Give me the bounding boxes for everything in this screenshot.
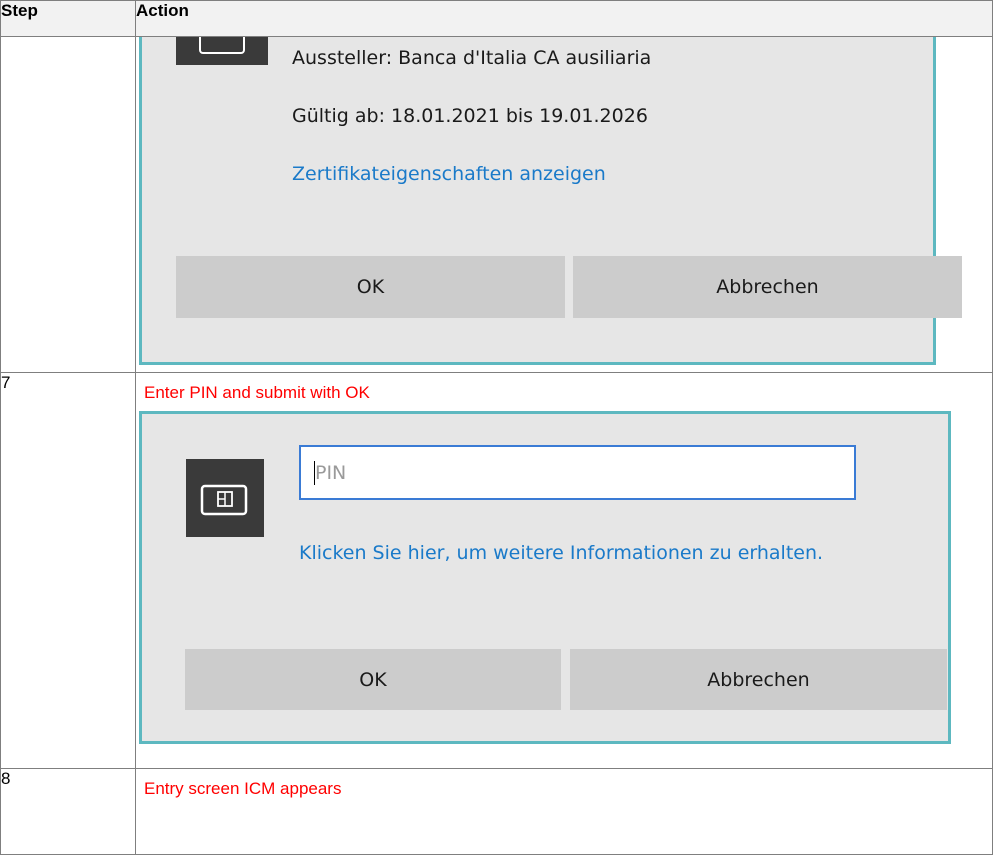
certificate-dialog: Aussteller: Banca d'Italia CA ausiliaria… (139, 37, 962, 365)
pin-dialog: Klicken Sie hier, um weitere Information… (139, 411, 951, 744)
action-text: Entry screen ICM appears (144, 779, 342, 798)
table-row: 7 Enter PIN and submit with OK Klicken S… (0, 372, 993, 769)
ok-button[interactable]: OK (176, 256, 565, 318)
more-info-link[interactable]: Klicken Sie hier, um weitere Information… (299, 538, 839, 569)
action-cell: Enter PIN and submit with OK Klicken Sie… (135, 372, 993, 769)
text-cursor (314, 461, 315, 485)
certificate-properties-link[interactable]: Zertifikateigenschaften anzeigen (292, 163, 606, 185)
header-step: Step (0, 0, 136, 37)
step-number (0, 36, 136, 373)
steps-table: Step Action Aussteller: Banca d'Italia C… (0, 0, 993, 855)
action-cell: Entry screen ICM appears (135, 768, 993, 855)
cancel-button[interactable]: Abbrechen (570, 649, 947, 710)
step-number: 8 (0, 768, 136, 855)
table-row: Aussteller: Banca d'Italia CA ausiliaria… (0, 36, 993, 373)
step-number: 7 (0, 372, 136, 769)
pin-input[interactable] (299, 445, 856, 500)
smartcard-icon (186, 459, 264, 537)
cancel-button[interactable]: Abbrechen (573, 256, 962, 318)
smartcard-icon (176, 37, 268, 65)
table-header-row: Step Action (0, 0, 993, 37)
table-row: 8 Entry screen ICM appears (0, 768, 993, 855)
ok-button[interactable]: OK (185, 649, 561, 710)
action-text: Enter PIN and submit with OK (144, 383, 370, 402)
issuer-text: Aussteller: Banca d'Italia CA ausiliaria (292, 47, 652, 69)
action-cell: Aussteller: Banca d'Italia CA ausiliaria… (135, 36, 993, 373)
validity-text: Gültig ab: 18.01.2021 bis 19.01.2026 (292, 105, 648, 127)
header-action: Action (135, 0, 993, 37)
